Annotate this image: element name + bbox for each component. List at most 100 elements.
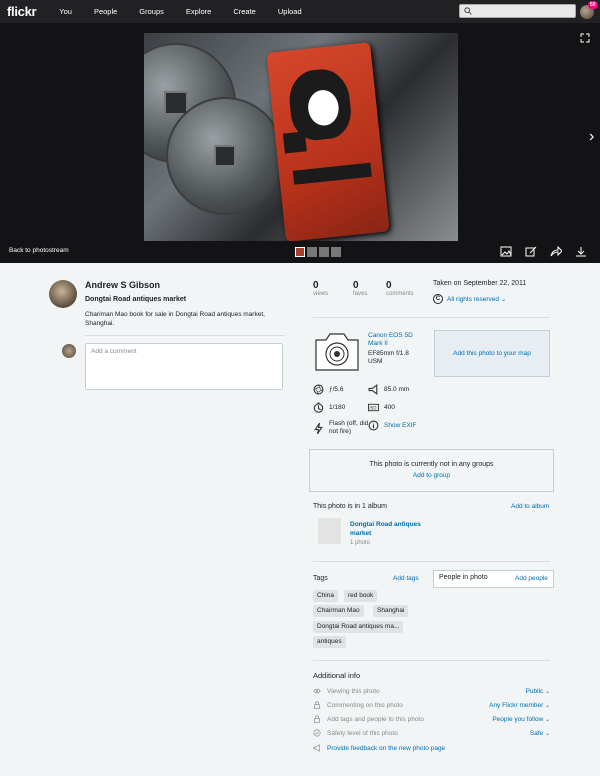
search-icon xyxy=(464,7,472,15)
album-photo-count: 1 photo xyxy=(350,540,371,546)
show-exif-link[interactable]: Show EXIF xyxy=(368,420,417,431)
comments-label: comments xyxy=(386,291,414,297)
thumbnail[interactable] xyxy=(307,247,317,257)
red-book-image xyxy=(266,42,390,241)
tag-chip[interactable]: Dongtai Road antiques ma... xyxy=(313,621,404,633)
tag-permission-dropdown[interactable]: People you follow xyxy=(492,716,550,723)
tag-chip[interactable]: red book xyxy=(344,590,378,602)
views-label: views xyxy=(313,291,329,297)
comment-permission-row: Commenting on this photo Any Flickr memb… xyxy=(313,701,550,709)
divider xyxy=(313,561,550,562)
privacy-row: Viewing this photo Public xyxy=(313,687,550,695)
next-photo-icon[interactable]: › xyxy=(589,128,594,146)
nav-link-you[interactable]: You xyxy=(59,7,72,16)
notification-badge[interactable]: 50 xyxy=(588,1,598,9)
photo-actions xyxy=(500,245,600,258)
aperture-icon xyxy=(313,384,324,395)
faves-label: faves xyxy=(353,291,368,297)
lock-icon xyxy=(314,715,320,723)
comments-count: 0 xyxy=(386,280,392,291)
groups-panel: This photo is currently not in any group… xyxy=(309,449,554,492)
chevron-down-icon: ⌄ xyxy=(499,296,507,303)
back-to-photostream-link[interactable]: Back to photostream xyxy=(9,247,69,254)
main-photo[interactable] xyxy=(144,33,458,241)
focal-length-icon xyxy=(368,384,378,395)
album-section-title: This photo is in 1 album xyxy=(313,503,387,510)
owner-name[interactable]: Andrew S Gibson xyxy=(85,280,160,290)
add-to-map-button[interactable]: Add this photo to your map xyxy=(434,330,550,377)
copyright-icon: C xyxy=(433,294,443,304)
nav-link-upload[interactable]: Upload xyxy=(278,7,302,16)
feedback-link[interactable]: Provide feedback on the new photo page xyxy=(313,744,445,752)
fullscreen-icon[interactable] xyxy=(580,33,590,43)
aperture-value: ƒ/5.6 xyxy=(329,385,344,393)
add-people-link[interactable]: Add people xyxy=(515,575,548,582)
people-label: People in photo xyxy=(439,574,488,581)
license-selector[interactable]: C All rights reserved ⌄ xyxy=(433,294,506,304)
iso-icon: ISO xyxy=(368,403,379,412)
top-navigation: flickr You People Groups Explore Create … xyxy=(0,0,600,23)
flash-icon xyxy=(314,422,323,434)
coin-image xyxy=(166,97,284,215)
thumbnail[interactable] xyxy=(331,247,341,257)
safety-label: Safety level of this photo xyxy=(327,729,398,737)
album-name-link[interactable]: Dongtai Road antiques market xyxy=(350,520,430,538)
add-to-group-link[interactable]: Add to group xyxy=(310,472,553,479)
album-thumbnail[interactable] xyxy=(318,518,341,544)
stat-comments: 0 comments xyxy=(386,280,414,297)
license-label: All rights reserved xyxy=(447,295,500,303)
flash-value: Flash (off, did not fire) xyxy=(329,420,369,435)
exif-iso: ISO 400 xyxy=(368,402,395,413)
svg-text:ISO: ISO xyxy=(369,405,376,410)
edit-icon[interactable] xyxy=(525,246,539,258)
nav-link-groups[interactable]: Groups xyxy=(139,7,164,16)
privacy-dropdown[interactable]: Public xyxy=(526,688,550,695)
tag-chip[interactable]: Shanghai xyxy=(373,605,409,617)
tag-permission-row: Add tags and people to this photo People… xyxy=(313,715,550,723)
feedback-label: Provide feedback on the new photo page xyxy=(327,744,446,752)
exif-shutter: 1/180 xyxy=(313,402,345,413)
tags-label: Tags xyxy=(313,575,328,582)
comment-permission-dropdown[interactable]: Any Flickr member xyxy=(489,702,550,709)
add-tags-link[interactable]: Add tags xyxy=(393,575,419,582)
date-taken[interactable]: Taken on September 22, 2011 xyxy=(433,280,526,287)
focal-length-value: 85.0 mm xyxy=(384,385,410,393)
camera-model-link[interactable]: Canon EOS 5D Mark II xyxy=(368,332,424,348)
tag-chip[interactable]: antiques xyxy=(313,636,346,648)
photostream-thumbnails xyxy=(295,247,343,257)
faves-count: 0 xyxy=(353,280,359,291)
camera-icon xyxy=(315,333,359,371)
comment-permission-label: Commenting on this photo xyxy=(327,701,403,709)
add-to-album-link[interactable]: Add to album xyxy=(511,503,549,510)
safety-dropdown[interactable]: Safe xyxy=(530,730,550,737)
exif-flash: Flash (off, did not fire) xyxy=(313,420,369,436)
lock-icon xyxy=(314,701,320,709)
stat-views: 0 views xyxy=(313,280,328,297)
flickr-logo[interactable]: flickr xyxy=(7,4,37,19)
image-size-icon[interactable] xyxy=(500,246,514,258)
exif-aperture: ƒ/5.6 xyxy=(313,384,343,395)
owner-avatar[interactable] xyxy=(49,280,77,308)
nav-link-create[interactable]: Create xyxy=(233,7,256,16)
download-icon[interactable] xyxy=(575,246,589,258)
info-icon xyxy=(368,420,379,431)
divider xyxy=(313,317,550,318)
search-input[interactable] xyxy=(459,4,576,18)
views-count: 0 xyxy=(313,280,319,291)
nav-link-people[interactable]: People xyxy=(94,7,117,16)
comment-input[interactable]: Add a comment xyxy=(85,343,283,390)
share-icon[interactable] xyxy=(550,245,564,258)
safety-row: Safety level of this photo Safe xyxy=(313,729,550,737)
eye-icon xyxy=(313,688,321,694)
show-exif-label: Show EXIF xyxy=(384,421,417,429)
thumbnail[interactable] xyxy=(295,247,305,257)
nav-link-explore[interactable]: Explore xyxy=(186,7,211,16)
photo-stage: › Back to photostream xyxy=(0,23,600,263)
tag-permission-label: Add tags and people to this photo xyxy=(327,715,424,723)
lens-model: EF85mm f/1.8 USM xyxy=(368,350,409,365)
divider xyxy=(85,335,285,336)
tag-chip[interactable]: China xyxy=(313,590,338,602)
thumbnail[interactable] xyxy=(319,247,329,257)
groups-empty-text: This photo is currently not in any group… xyxy=(369,461,494,468)
tag-chip[interactable]: Chairman Mao xyxy=(313,605,364,617)
